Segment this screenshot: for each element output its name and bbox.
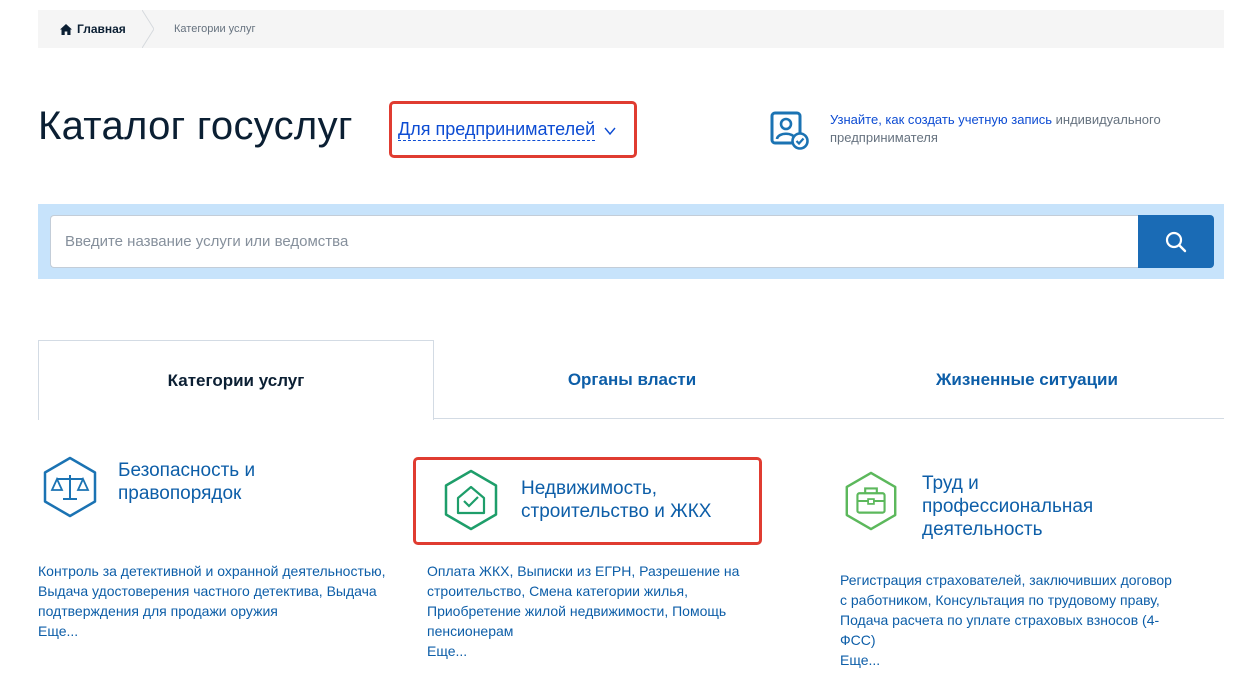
category-realty-title: Недвижимость, строительство и ЖКХ: [521, 478, 712, 522]
breadcrumb-current: Категории услуг: [174, 23, 256, 35]
category-realty: Недвижимость, строительство и ЖКХ: [439, 468, 789, 532]
tab-categories[interactable]: Категории услуг: [38, 340, 434, 420]
category-labor: Труд и профессиональная деятельность: [840, 470, 1190, 541]
account-create-link[interactable]: Узнайте, как создать учетную запись: [830, 112, 1052, 127]
category-realty-header[interactable]: Недвижимость, строительство и ЖКХ: [439, 468, 789, 532]
category-security: Безопасность и правопорядок: [38, 455, 388, 519]
search-input[interactable]: [50, 215, 1138, 268]
account-info-text: Узнайте, как создать учетную запись инди…: [830, 111, 1225, 147]
audience-selector-label: Для предпринимателей: [398, 119, 596, 141]
category-labor-services-text: Регистрация страхователей, заключивших д…: [840, 572, 1172, 648]
category-labor-services: Регистрация страхователей, заключивших д…: [840, 570, 1180, 670]
breadcrumb: Главная Категории услуг: [38, 10, 1224, 48]
category-realty-services: Оплата ЖКХ, Выписки из ЕГРН, Разрешение …: [427, 561, 757, 661]
home-icon: [60, 23, 72, 35]
breadcrumb-home-label: Главная: [77, 22, 126, 36]
breadcrumb-separator: [142, 10, 154, 48]
category-security-title: Безопасность и правопорядок: [118, 460, 256, 504]
category-security-header[interactable]: Безопасность и правопорядок: [38, 455, 388, 519]
chevron-down-icon: [604, 127, 616, 135]
search-icon: [1165, 231, 1187, 252]
category-labor-header[interactable]: Труд и профессиональная деятельность: [840, 470, 1190, 541]
scales-icon: [43, 456, 97, 518]
category-security-more-link[interactable]: Еще...: [38, 621, 388, 641]
house-icon: [444, 469, 498, 531]
audience-selector[interactable]: Для предпринимателей: [398, 118, 617, 141]
category-security-services: Контроль за детективной и охранной деяте…: [38, 561, 388, 641]
search-button[interactable]: [1138, 215, 1214, 268]
category-labor-more-link[interactable]: Еще...: [840, 650, 1180, 670]
user-check-icon: [770, 111, 809, 150]
tab-life-situations[interactable]: Жизненные ситуации: [830, 340, 1224, 419]
category-realty-more-link[interactable]: Еще...: [427, 641, 757, 661]
category-realty-services-text: Оплата ЖКХ, Выписки из ЕГРН, Разрешение …: [427, 563, 740, 639]
category-security-services-text: Контроль за детективной и охранной деяте…: [38, 563, 386, 619]
tab-authorities[interactable]: Органы власти: [434, 340, 830, 419]
category-labor-title: Труд и профессиональная деятельность: [922, 473, 1094, 540]
page-title: Каталог госуслуг: [38, 104, 353, 148]
briefcase-icon: [845, 471, 897, 531]
breadcrumb-home-link[interactable]: Главная: [60, 22, 126, 36]
